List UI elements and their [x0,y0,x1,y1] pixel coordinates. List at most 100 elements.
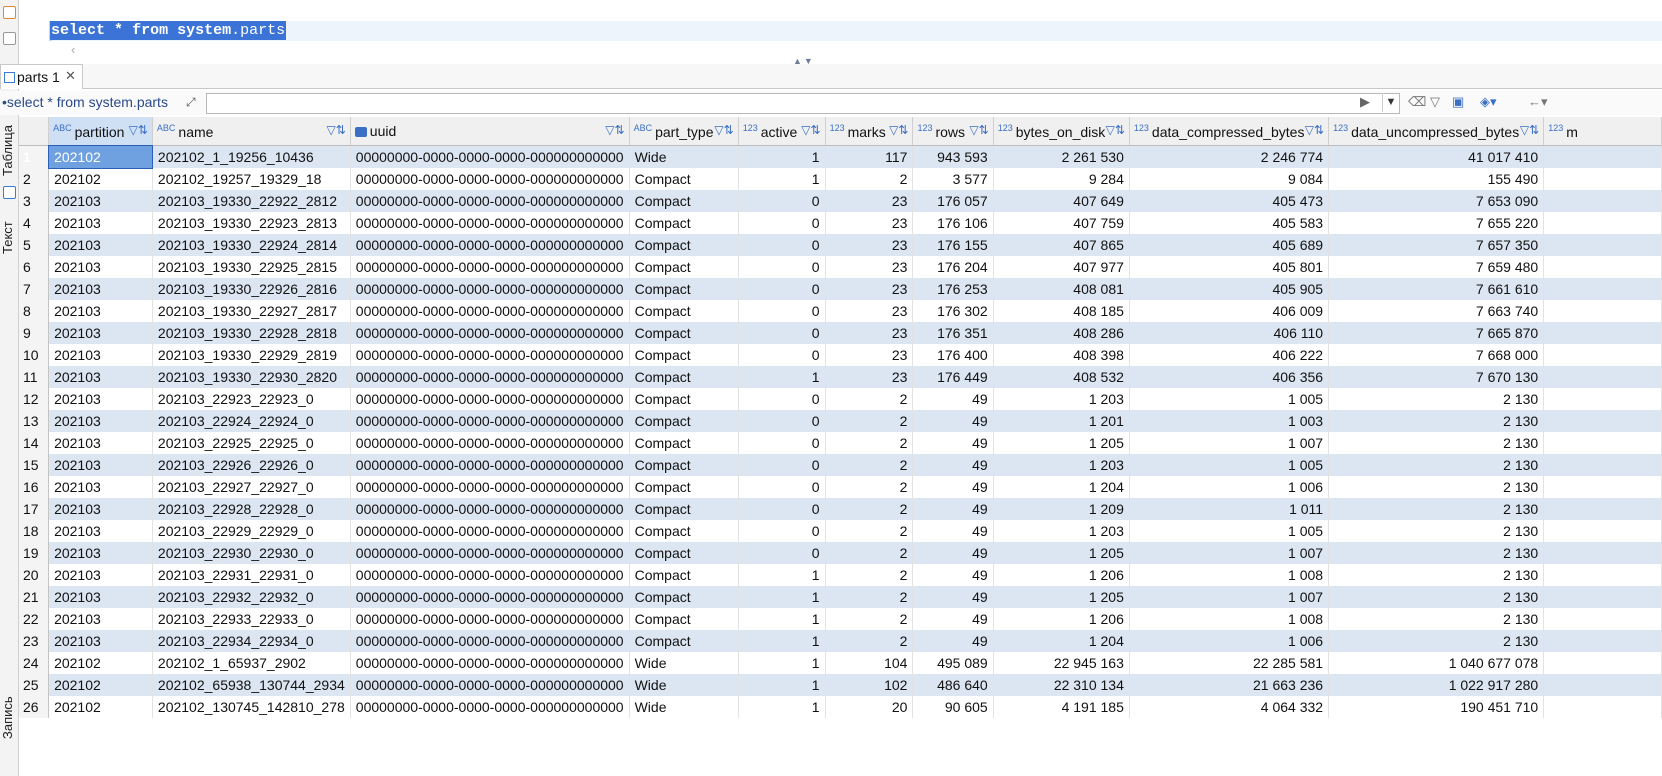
cell-data-compressed-bytes[interactable]: 1 005 [1129,520,1330,542]
cell-uuid[interactable]: 00000000-0000-0000-0000-000000000000 [350,212,630,234]
row-number[interactable]: 13 [19,410,50,432]
sort-filter-icon[interactable]: ▽⇅ [605,123,624,137]
cell-data-compressed-bytes[interactable]: 406 110 [1129,322,1330,344]
eraser-icon[interactable]: ⌫ [1408,94,1426,110]
cell-data-uncompressed-bytes[interactable]: 7 661 610 [1328,278,1545,300]
cell-bytes-on-disk[interactable]: 407 977 [993,256,1130,278]
row-number[interactable]: 19 [19,542,50,564]
cell-uuid[interactable]: 00000000-0000-0000-0000-000000000000 [350,388,630,410]
cell-data-uncompressed-bytes[interactable]: 2 130 [1328,454,1545,476]
apply-filter-icon[interactable]: ▶ [1360,94,1370,110]
cell-name[interactable]: 202103_19330_22922_2812 [152,190,351,212]
cell-bytes-on-disk[interactable]: 407 865 [993,234,1130,256]
cell-marks[interactable]: 2 [825,388,914,410]
cell-active[interactable]: 1 [738,145,826,168]
tab-parts-1[interactable]: parts 1 ✕ [0,64,83,89]
table-row[interactable]: 16 202103 202103_22927_22927_0 00000000-000… [19,476,1662,498]
cell-active[interactable]: 1 [738,674,826,696]
sort-filter-icon[interactable]: ▽⇅ [714,123,733,137]
cell-uuid[interactable]: 00000000-0000-0000-0000-000000000000 [350,410,630,432]
cell-rows[interactable]: 49 [912,454,994,476]
table-row[interactable]: 4 202103 202103_19330_22923_2813 00000000-0… [19,212,1662,234]
side-tab-table[interactable]: Таблица [0,120,18,182]
cell-data-uncompressed-bytes[interactable]: 7 657 350 [1328,234,1545,256]
table-row[interactable]: 9 202103 202103_19330_22928_2818 00000000-0… [19,322,1662,344]
cell-active[interactable]: 0 [738,432,826,454]
cell-uuid[interactable]: 00000000-0000-0000-0000-000000000000 [350,234,630,256]
cell-name[interactable]: 202103_22928_22928_0 [152,498,351,520]
table-row[interactable]: 1 202102 202102_1_19256_10436 00000000-0000… [19,144,1662,169]
cell-part-type[interactable]: Compact [629,432,739,454]
cell-data-uncompressed-bytes[interactable]: 2 130 [1328,520,1545,542]
table-row[interactable]: 11 202103 202103_19330_22930_2820 00000000-… [19,366,1662,388]
cell-data-uncompressed-bytes[interactable]: 7 663 740 [1328,300,1545,322]
cell-bytes-on-disk[interactable]: 1 206 [993,608,1130,630]
cell-marks[interactable]: 2 [825,520,914,542]
cell-active[interactable]: 0 [738,520,826,542]
table-row[interactable]: 10 202103 202103_19330_22929_2819 00000000-… [19,344,1662,366]
column-header-name[interactable]: ABC name ▽⇅ [152,117,351,146]
cell-marks[interactable]: 2 [825,410,914,432]
cell-data-uncompressed-bytes[interactable]: 2 130 [1328,498,1545,520]
cell-part-type[interactable]: Compact [629,278,739,300]
cell-name[interactable]: 202103_22932_22932_0 [152,586,351,608]
cell-partition[interactable]: 202103 [48,410,153,432]
cell-bytes-on-disk[interactable]: 408 081 [993,278,1130,300]
cell-bytes-on-disk[interactable]: 9 284 [993,168,1130,190]
cell-bytes-on-disk[interactable]: 22 945 163 [993,652,1130,674]
cell-bytes-on-disk[interactable]: 1 201 [993,410,1130,432]
cell-marks[interactable]: 23 [825,190,914,212]
column-header-data-compressed-bytes[interactable]: 123 data_compressed_bytes ▽⇅ [1129,117,1330,146]
cell-data-uncompressed-bytes[interactable]: 7 668 000 [1328,344,1545,366]
cell-m[interactable] [1543,520,1662,542]
row-number[interactable]: 2 [19,168,50,190]
cell-uuid[interactable]: 00000000-0000-0000-0000-000000000000 [350,278,630,300]
cell-bytes-on-disk[interactable]: 408 185 [993,300,1130,322]
sort-filter-icon[interactable]: ▽⇅ [1305,123,1324,137]
cell-active[interactable]: 1 [738,696,826,718]
sort-filter-icon[interactable]: ▽⇅ [801,123,820,137]
cell-data-compressed-bytes[interactable]: 4 064 332 [1129,696,1330,718]
cell-bytes-on-disk[interactable]: 1 206 [993,564,1130,586]
cell-rows[interactable]: 49 [912,542,994,564]
cell-data-uncompressed-bytes[interactable]: 2 130 [1328,388,1545,410]
cell-partition[interactable]: 202103 [48,278,153,300]
cell-m[interactable] [1543,432,1662,454]
cell-marks[interactable]: 23 [825,300,914,322]
cell-bytes-on-disk[interactable]: 1 204 [993,630,1130,652]
cell-active[interactable]: 0 [738,256,826,278]
cell-name[interactable]: 202103_22923_22923_0 [152,388,351,410]
scroll-left-icon[interactable]: ‹ [71,42,75,57]
cell-marks[interactable]: 2 [825,542,914,564]
table-row[interactable]: 3 202103 202103_19330_22922_2812 00000000-0… [19,190,1662,212]
cell-uuid[interactable]: 00000000-0000-0000-0000-000000000000 [350,586,630,608]
cell-m[interactable] [1543,278,1662,300]
cell-active[interactable]: 1 [738,564,826,586]
cell-partition[interactable]: 202103 [48,564,153,586]
cell-name[interactable]: 202103_22929_22929_0 [152,520,351,542]
cell-bytes-on-disk[interactable]: 1 205 [993,586,1130,608]
cell-m[interactable] [1543,256,1662,278]
cell-part-type[interactable]: Compact [629,344,739,366]
table-row[interactable]: 21 202103 202103_22932_22932_0 00000000-000… [19,586,1662,608]
cell-partition[interactable]: 202103 [48,344,153,366]
cell-bytes-on-disk[interactable]: 1 203 [993,520,1130,542]
row-number[interactable]: 5 [19,234,50,256]
cell-marks[interactable]: 23 [825,322,914,344]
cell-part-type[interactable]: Compact [629,256,739,278]
cell-part-type[interactable]: Compact [629,608,739,630]
cell-rows[interactable]: 176 106 [912,212,994,234]
row-number[interactable]: 24 [19,652,50,674]
column-header-active[interactable]: 123 active ▽⇅ [738,117,826,146]
cell-marks[interactable]: 23 [825,234,914,256]
cell-uuid[interactable]: 00000000-0000-0000-0000-000000000000 [350,145,630,168]
cell-data-compressed-bytes[interactable]: 405 473 [1129,190,1330,212]
cell-rows[interactable]: 49 [912,586,994,608]
save-filter-icon[interactable]: ▣ [1452,94,1464,110]
cell-data-compressed-bytes[interactable]: 405 583 [1129,212,1330,234]
cell-uuid[interactable]: 00000000-0000-0000-0000-000000000000 [350,476,630,498]
cell-active[interactable]: 0 [738,542,826,564]
cell-part-type[interactable]: Wide [629,652,739,674]
table-row[interactable]: 12 202103 202103_22923_22923_0 00000000-000… [19,388,1662,410]
cell-name[interactable]: 202103_22930_22930_0 [152,542,351,564]
